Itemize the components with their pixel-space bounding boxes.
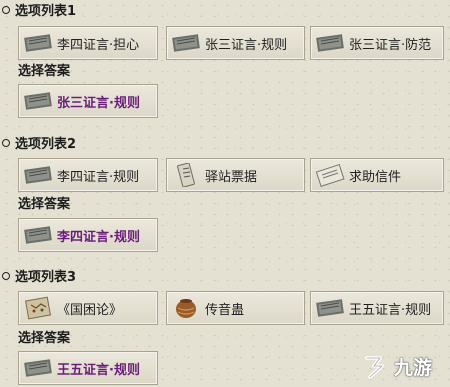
scroll-book-icon (24, 34, 52, 52)
option-card[interactable]: 求助信件 (310, 158, 444, 192)
ticket-icon (177, 163, 195, 187)
answer-title: 选择答案 (18, 331, 71, 346)
answer-title: 选择答案 (18, 64, 71, 79)
bullet-icon (2, 6, 10, 14)
watermark-text: 九游 (394, 356, 433, 379)
option-card[interactable]: 李四证言·规则 (18, 158, 158, 192)
scroll-book-icon (24, 359, 52, 377)
watermark: 九游 (362, 351, 444, 381)
answer-card[interactable]: 张三证言·规则 (18, 84, 158, 118)
option-card[interactable]: 张三证言·防范 (310, 26, 444, 60)
option-card[interactable]: 王五证言·规则 (310, 291, 444, 325)
option-card[interactable]: 张三证言·规则 (166, 26, 305, 60)
scroll-book-icon (24, 226, 52, 244)
answer-card[interactable]: 王五证言·规则 (18, 351, 158, 385)
letter-icon (315, 164, 345, 187)
scroll-book-icon (316, 34, 344, 52)
scroll-book-icon (172, 34, 200, 52)
j9-logo-icon (365, 356, 384, 379)
scroll-book-icon (24, 166, 52, 184)
option-card[interactable]: 驿站票据 (166, 158, 305, 192)
answer-title: 选择答案 (18, 197, 71, 212)
option-card[interactable]: 《国困论》 (18, 291, 158, 325)
answer-card[interactable]: 李四证言·规则 (18, 218, 158, 252)
map-scroll-icon (25, 296, 51, 320)
option-card[interactable]: 传音蛊 (166, 291, 305, 325)
bullet-icon (2, 139, 10, 147)
scroll-book-icon (24, 92, 52, 110)
bullet-icon (2, 272, 10, 280)
option-card[interactable]: 李四证言·担心 (18, 26, 158, 60)
jar-icon (176, 299, 196, 318)
section-title: 选项列表2 (2, 137, 76, 153)
section-title: 选项列表1 (2, 4, 76, 20)
section-title: 选项列表3 (2, 270, 76, 286)
scroll-book-icon (316, 299, 344, 317)
